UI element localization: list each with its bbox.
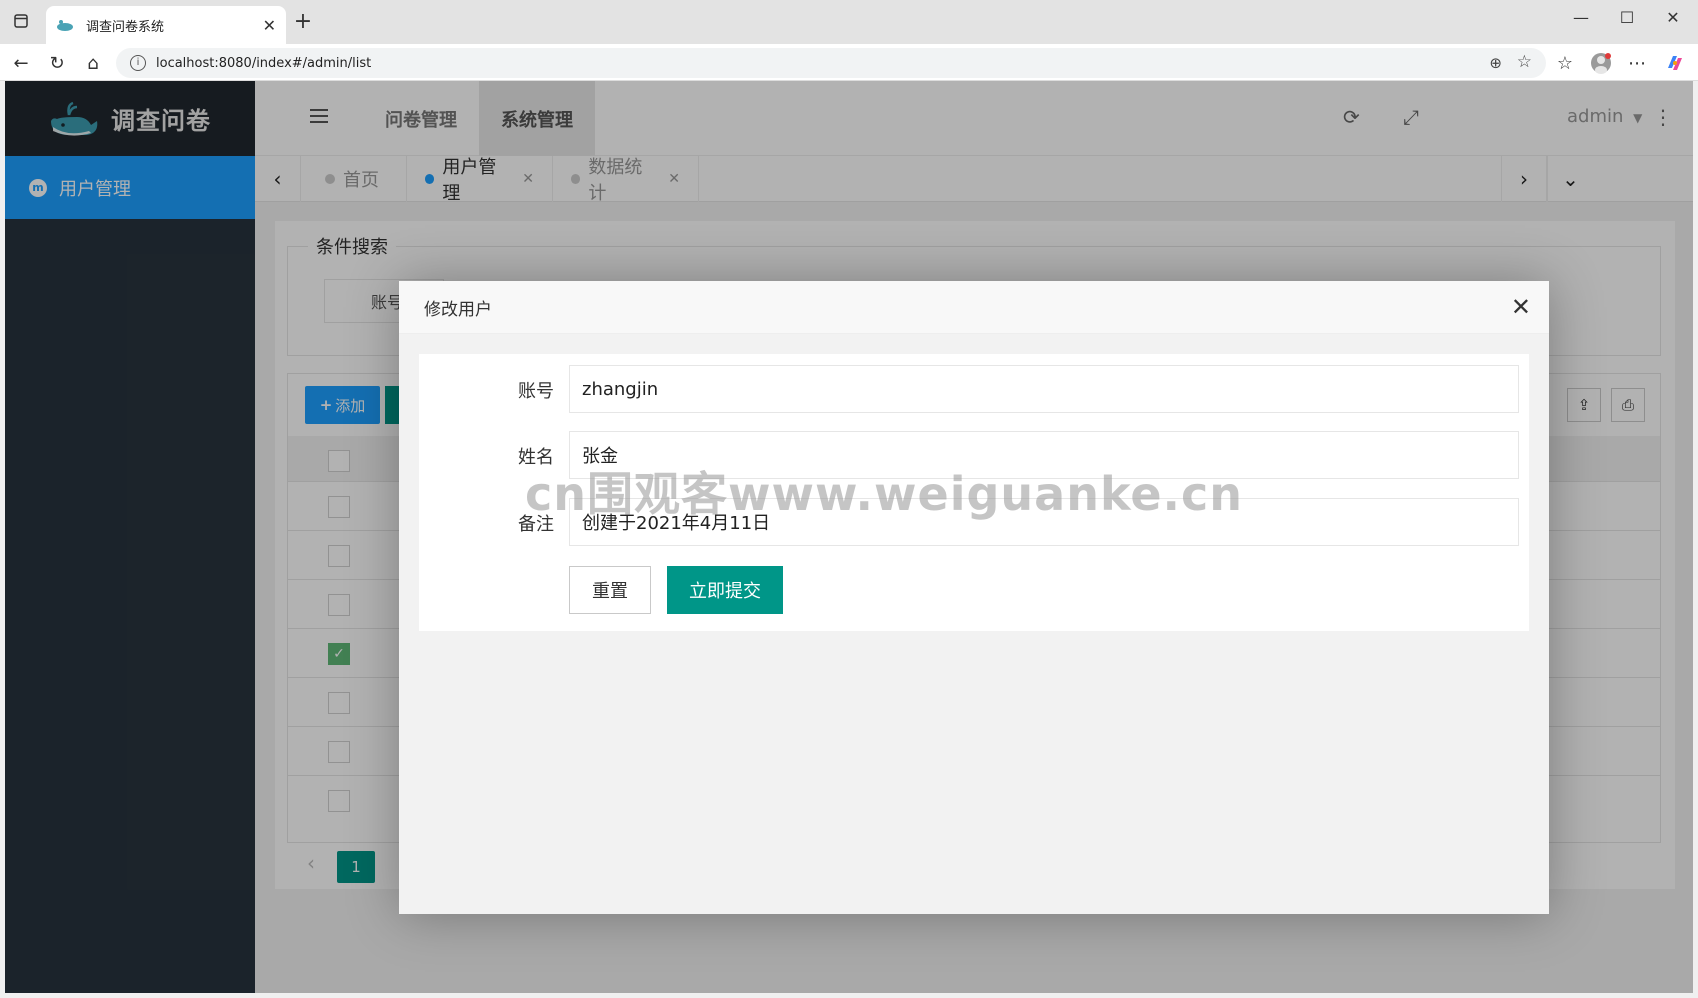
form-row-account: 账号 zhangjin (419, 365, 1529, 413)
maximize-icon[interactable]: ☐ (1612, 8, 1642, 27)
close-icon[interactable]: ✕ (1511, 295, 1531, 319)
tab-actions-icon[interactable] (10, 10, 32, 32)
copilot-icon[interactable] (1662, 50, 1688, 76)
site-info-icon[interactable]: i (130, 55, 146, 71)
minimize-icon[interactable]: — (1566, 8, 1596, 27)
browser-tab[interactable]: 调查问卷系统 ✕ (46, 6, 286, 44)
reload-icon[interactable]: ↻ (44, 50, 70, 76)
submit-button[interactable]: 立即提交 (667, 566, 783, 614)
account-label: 账号 (518, 381, 554, 402)
account-input[interactable]: zhangjin (569, 365, 1519, 413)
back-icon[interactable]: ← (8, 50, 34, 76)
url-field[interactable]: i localhost:8080/index#/admin/list ⊕ ☆ (116, 48, 1546, 78)
reset-button[interactable]: 重置 (569, 566, 651, 614)
browser-tab-title: 调查问卷系统 (86, 19, 165, 35)
favorites-icon[interactable]: ☆ (1552, 50, 1578, 76)
url-text: localhost:8080/index#/admin/list (156, 55, 372, 71)
close-window-icon[interactable]: ✕ (1658, 8, 1688, 27)
favicon-icon (57, 20, 73, 31)
new-tab-icon[interactable]: + (290, 10, 316, 36)
watermark-text: cn围观客www.weiguanke.cn (525, 467, 1244, 521)
zoom-icon[interactable]: ⊕ (1489, 54, 1502, 72)
favorite-star-icon[interactable]: ☆ (1517, 52, 1532, 72)
edit-user-modal: 修改用户 ✕ 账号 zhangjin 姓名 张金 备注 创建于2021年4月11… (399, 281, 1549, 914)
close-tab-icon[interactable]: ✕ (263, 16, 276, 35)
modal-title: 修改用户 (399, 281, 1549, 334)
profile-avatar[interactable] (1588, 50, 1614, 76)
more-menu-icon[interactable]: ⋯ (1624, 50, 1650, 76)
home-icon[interactable]: ⌂ (80, 50, 106, 76)
browser-tabstrip: 调查问卷系统 ✕ + — ☐ ✕ (0, 0, 1698, 44)
address-bar: ← ↻ ⌂ i localhost:8080/index#/admin/list… (0, 44, 1698, 81)
